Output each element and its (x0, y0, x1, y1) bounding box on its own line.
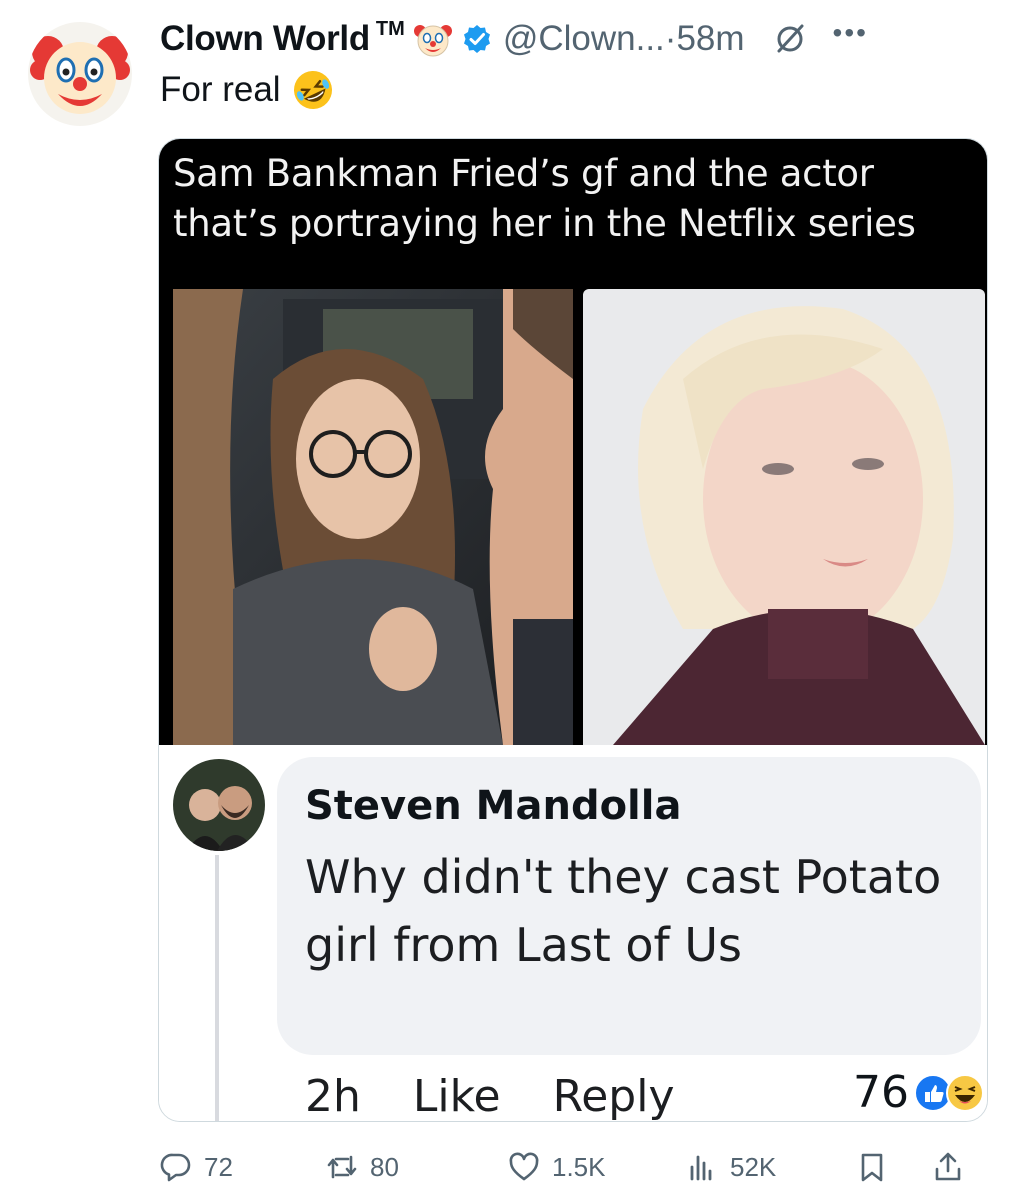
grok-icon[interactable] (773, 22, 807, 56)
tweet-body: For real (160, 70, 281, 109)
views-chart-icon (690, 1155, 712, 1181)
share-icon (935, 1152, 961, 1181)
author-name[interactable]: Clown World (160, 19, 370, 59)
like-button[interactable]: 1.5K (508, 1151, 686, 1183)
bookmark-button[interactable] (856, 1151, 932, 1183)
tweet-header: Clown World TM @Clown... · 58m ••• (160, 14, 992, 64)
comment-actions: 2h Like Reply (305, 1071, 726, 1122)
comment-text: Why didn't they cast Potato girl from La… (305, 850, 942, 972)
trademark-symbol: TM (375, 17, 405, 40)
fb-comment-screenshot: Steven Mandolla Why didn't they cast Pot… (159, 745, 987, 1122)
commenter-photo (173, 759, 265, 851)
reply-button[interactable]: 72 (160, 1151, 326, 1183)
photo-right-image (583, 289, 985, 745)
media-card[interactable]: Sam Bankman Fried’s gf and the actor tha… (158, 138, 988, 1122)
tweet-text: For real (160, 68, 335, 112)
like-count: 1.5K (552, 1151, 606, 1182)
thread-line (215, 855, 219, 1121)
photo-left-image (173, 289, 573, 745)
comment-like-label: Like (412, 1071, 501, 1122)
post-time[interactable]: 58m (676, 19, 744, 59)
separator-dot: · (664, 19, 677, 58)
commenter-name: Steven Mandolla (305, 783, 682, 829)
commenter-avatar (173, 759, 265, 851)
rolling-laughing-emoji-icon (293, 71, 332, 109)
repost-button[interactable]: 80 (326, 1151, 508, 1183)
bookmark-icon (861, 1153, 883, 1182)
clown-emoji-icon (413, 25, 452, 57)
views-count: 52K (730, 1151, 777, 1182)
comment-bubble: Steven Mandolla Why didn't they cast Pot… (277, 757, 981, 1055)
tweet-action-bar: 72 80 1.5K 52K (160, 1144, 990, 1190)
reply-icon (160, 1153, 191, 1182)
comment-time: 2h (305, 1071, 361, 1122)
repost-icon (327, 1155, 357, 1179)
meme-caption: Sam Bankman Fried’s gf and the actor tha… (173, 152, 916, 245)
author-avatar[interactable] (28, 22, 132, 126)
meme-image-top: Sam Bankman Fried’s gf and the actor tha… (159, 139, 987, 745)
haha-reaction-icon (946, 1073, 984, 1112)
views-button[interactable]: 52K (686, 1151, 856, 1183)
reaction-count: 76 (853, 1067, 909, 1118)
share-button[interactable] (932, 1151, 976, 1183)
reply-count: 72 (204, 1151, 233, 1182)
comment-reactions: 76 (853, 1067, 985, 1118)
verified-badge-icon (463, 25, 490, 53)
clown-face-icon (30, 36, 130, 114)
photo-left (173, 289, 573, 745)
repost-count: 80 (370, 1151, 399, 1182)
comment-reply-label: Reply (552, 1071, 675, 1122)
author-handle[interactable]: @Clown... (503, 19, 665, 59)
photo-right (583, 289, 985, 745)
heart-icon (509, 1152, 539, 1181)
more-options-icon[interactable]: ••• (833, 17, 868, 49)
